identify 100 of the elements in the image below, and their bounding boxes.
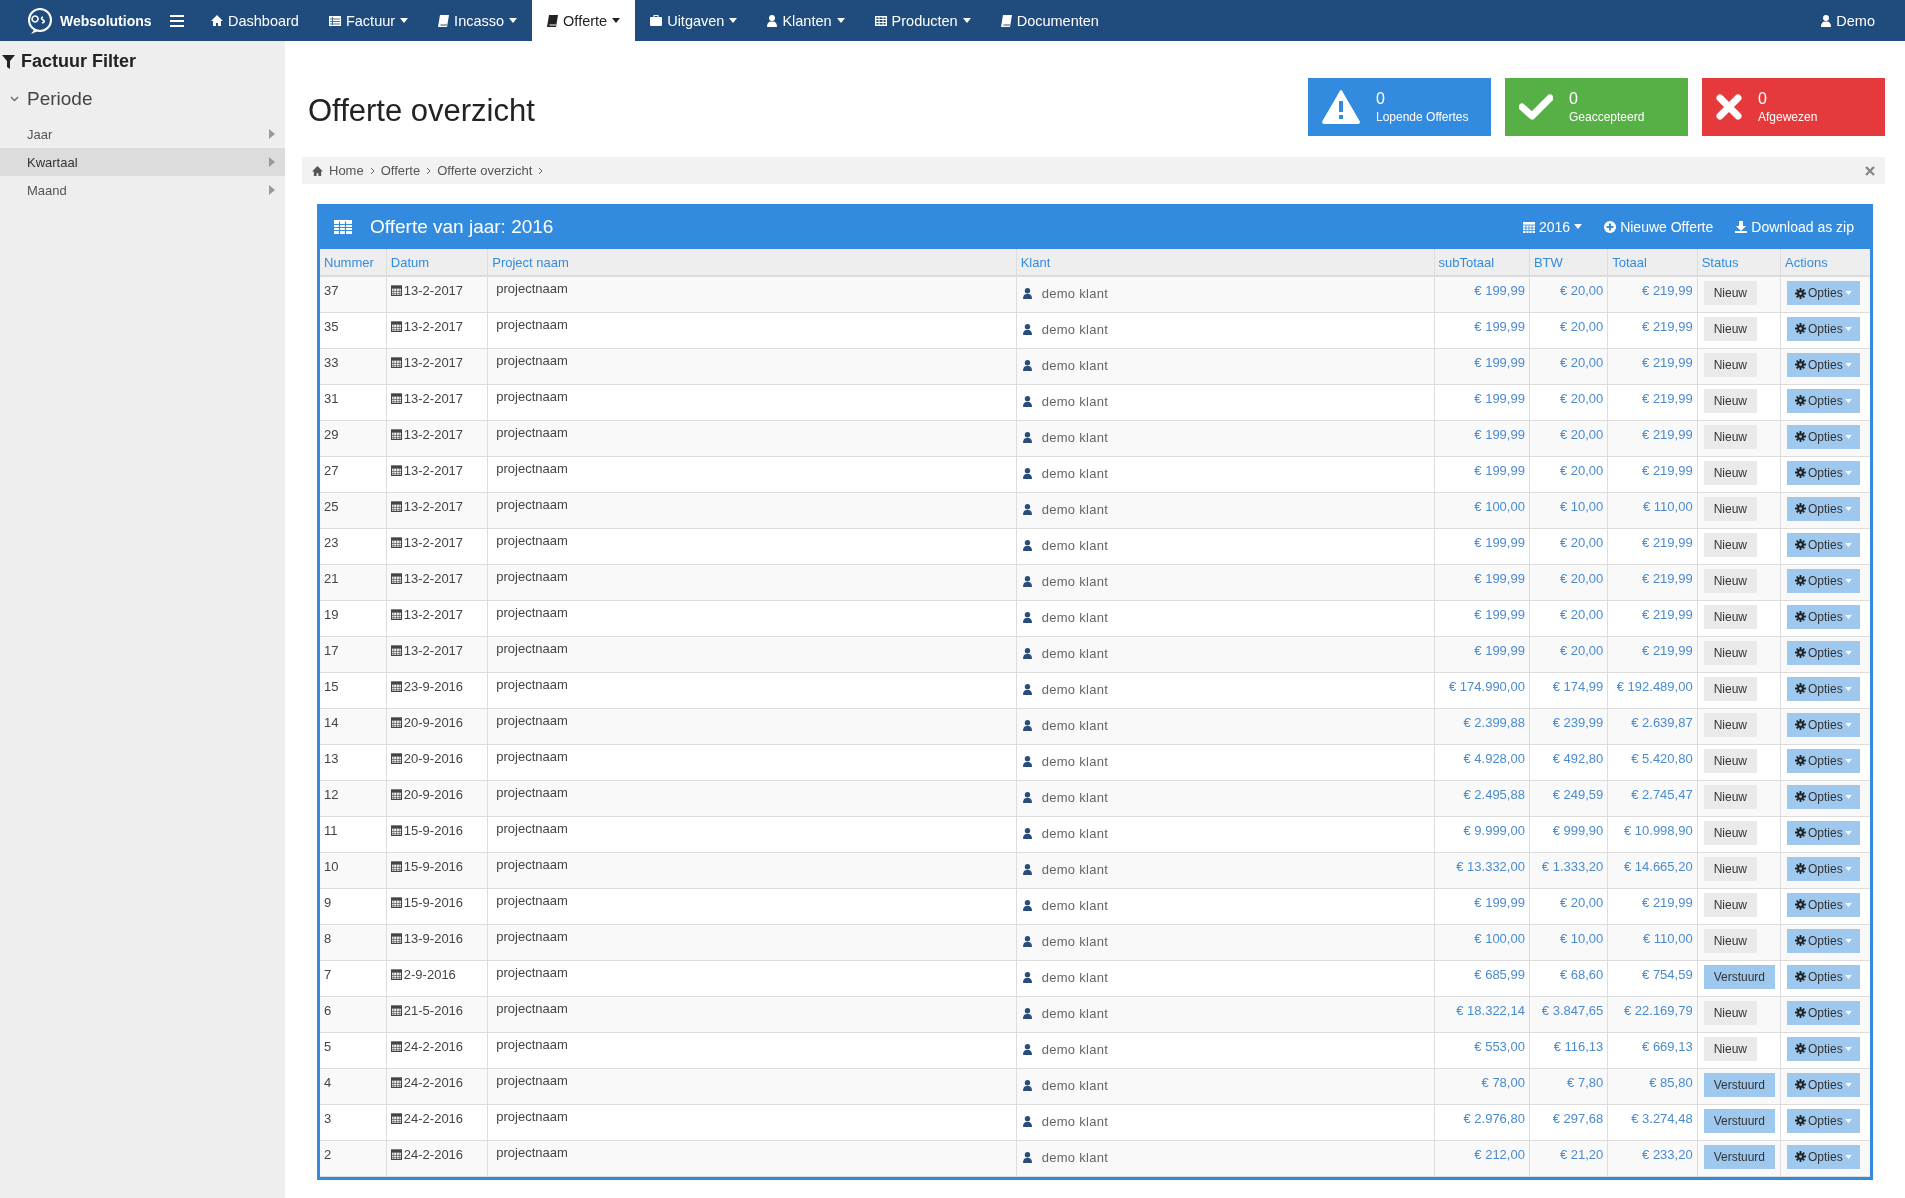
options-button[interactable]: Opties	[1787, 928, 1860, 953]
breadcrumb-link[interactable]: Home	[329, 163, 364, 178]
client-link[interactable]: demo klant	[1041, 753, 1109, 769]
brand-name[interactable]: Websolutions	[60, 12, 152, 29]
client-link[interactable]: demo klant	[1041, 429, 1109, 445]
quote-number: 31	[324, 390, 339, 406]
client-link[interactable]: demo klant	[1041, 537, 1109, 553]
options-button[interactable]: Opties	[1787, 1000, 1860, 1025]
close-icon[interactable]	[1865, 165, 1875, 176]
client-link[interactable]: demo klant	[1041, 321, 1109, 337]
section-heading[interactable]: Periode	[27, 88, 93, 110]
options-button[interactable]: Opties	[1787, 820, 1860, 845]
page-title: Offerte overzicht	[308, 91, 536, 129]
project-name: projectnaam	[496, 424, 568, 440]
options-button[interactable]: Opties	[1787, 748, 1860, 773]
options-button[interactable]: Opties	[1787, 1036, 1860, 1061]
user-icon	[767, 14, 778, 27]
nav-tab[interactable]: Producten	[859, 0, 986, 41]
user-menu[interactable]: Demo	[1791, 0, 1905, 41]
home-icon[interactable]	[312, 165, 323, 176]
client-link[interactable]: demo klant	[1041, 933, 1109, 949]
breadcrumb-link[interactable]: Offerte	[380, 163, 421, 178]
new-quote-button[interactable]: Nieuwe Offerte	[1604, 218, 1714, 235]
gear-icon	[1795, 539, 1807, 550]
options-button[interactable]: Opties	[1787, 316, 1860, 341]
user-icon	[1022, 1151, 1032, 1163]
total-amount: € 669,13	[1642, 1038, 1693, 1054]
options-button[interactable]: Opties	[1787, 460, 1860, 485]
caret-icon	[1844, 326, 1852, 331]
client-link[interactable]: demo klant	[1041, 573, 1109, 589]
options-button[interactable]: Opties	[1787, 712, 1860, 737]
options-button[interactable]: Opties	[1787, 496, 1860, 521]
user-icon	[1022, 791, 1032, 803]
quote-number: 13	[324, 750, 339, 766]
client-link[interactable]: demo klant	[1041, 1149, 1109, 1165]
date-text: 24-2-2016	[403, 1110, 464, 1126]
client-link[interactable]: demo klant	[1041, 969, 1109, 985]
sidebar-item[interactable]: Maand	[0, 176, 285, 204]
status-label: Nieuw	[1703, 460, 1757, 485]
client-link[interactable]: demo klant	[1041, 645, 1109, 661]
nav-tab[interactable]: Incasso	[423, 0, 533, 41]
sidebar-item[interactable]: Jaar	[0, 120, 285, 148]
calendar-icon	[390, 752, 402, 764]
options-button[interactable]: Opties	[1787, 892, 1860, 917]
options-button[interactable]: Opties	[1787, 1144, 1860, 1169]
options-button[interactable]: Opties	[1787, 784, 1860, 809]
options-button[interactable]: Opties	[1787, 424, 1860, 449]
client-link[interactable]: demo klant	[1041, 897, 1109, 913]
options-button[interactable]: Opties	[1787, 856, 1860, 881]
total-amount: € 14.665,20	[1623, 858, 1693, 874]
options-button[interactable]: Opties	[1787, 532, 1860, 557]
client-link[interactable]: demo klant	[1041, 789, 1109, 805]
client-link[interactable]: demo klant	[1041, 609, 1109, 625]
client-link[interactable]: demo klant	[1041, 286, 1109, 301]
year-dropdown[interactable]: 2016	[1523, 218, 1583, 235]
breadcrumb-link[interactable]: Offerte overzicht	[437, 163, 533, 178]
client-link[interactable]: demo klant	[1041, 357, 1109, 373]
nav-tab[interactable]: Dashboard	[196, 0, 314, 41]
client-link[interactable]: demo klant	[1041, 681, 1109, 697]
options-button[interactable]: Opties	[1787, 352, 1860, 377]
options-button[interactable]: Opties	[1787, 281, 1860, 305]
options-button[interactable]: Opties	[1787, 964, 1860, 989]
client-link[interactable]: demo klant	[1041, 717, 1109, 733]
options-button[interactable]: Opties	[1787, 640, 1860, 665]
vat-amount: € 20,00	[1559, 283, 1604, 298]
vat-amount: € 20,00	[1559, 606, 1604, 622]
client-link[interactable]: demo klant	[1041, 465, 1109, 481]
client-link[interactable]: demo klant	[1041, 393, 1109, 409]
options-button[interactable]: Opties	[1787, 568, 1860, 593]
options-button[interactable]: Opties	[1787, 388, 1860, 413]
nav-tab[interactable]: Factuur	[313, 0, 424, 41]
subtotal-amount: € 199,99	[1474, 390, 1525, 406]
client-link[interactable]: demo klant	[1041, 1041, 1109, 1057]
options-button[interactable]: Opties	[1787, 1108, 1860, 1133]
calendar-icon	[390, 896, 402, 908]
vat-amount: € 20,00	[1559, 642, 1604, 658]
client-link[interactable]: demo klant	[1041, 1113, 1109, 1129]
client-link[interactable]: demo klant	[1041, 1077, 1109, 1093]
client-link[interactable]: demo klant	[1041, 861, 1109, 877]
nav-tab[interactable]: Klanten	[752, 0, 860, 41]
options-button[interactable]: Opties	[1787, 604, 1860, 629]
calendar-icon	[390, 536, 402, 548]
subtotal-amount: € 199,99	[1474, 534, 1525, 550]
client-link[interactable]: demo klant	[1041, 1005, 1109, 1021]
total-amount: € 2.639,87	[1631, 714, 1693, 730]
nav-tab[interactable]: Offerte	[532, 0, 636, 41]
options-button[interactable]: Opties	[1787, 1072, 1860, 1097]
download-button[interactable]: Download as zip	[1735, 218, 1854, 235]
date-text: 13-2-2017	[403, 642, 464, 658]
subtotal-amount: € 199,99	[1474, 570, 1525, 586]
client-link[interactable]: demo klant	[1041, 825, 1109, 841]
chevron-down-icon[interactable]	[10, 96, 19, 102]
nav-tab[interactable]: Documenten	[985, 0, 1114, 41]
options-button[interactable]: Opties	[1787, 676, 1860, 701]
client-link[interactable]: demo klant	[1041, 501, 1109, 517]
calendar-icon	[390, 788, 402, 800]
menu-icon[interactable]	[169, 14, 184, 27]
nav-tab[interactable]: Uitgaven	[635, 0, 753, 41]
sidebar-item[interactable]: Kwartaal	[0, 148, 285, 176]
total-amount: € 219,99	[1642, 534, 1693, 550]
